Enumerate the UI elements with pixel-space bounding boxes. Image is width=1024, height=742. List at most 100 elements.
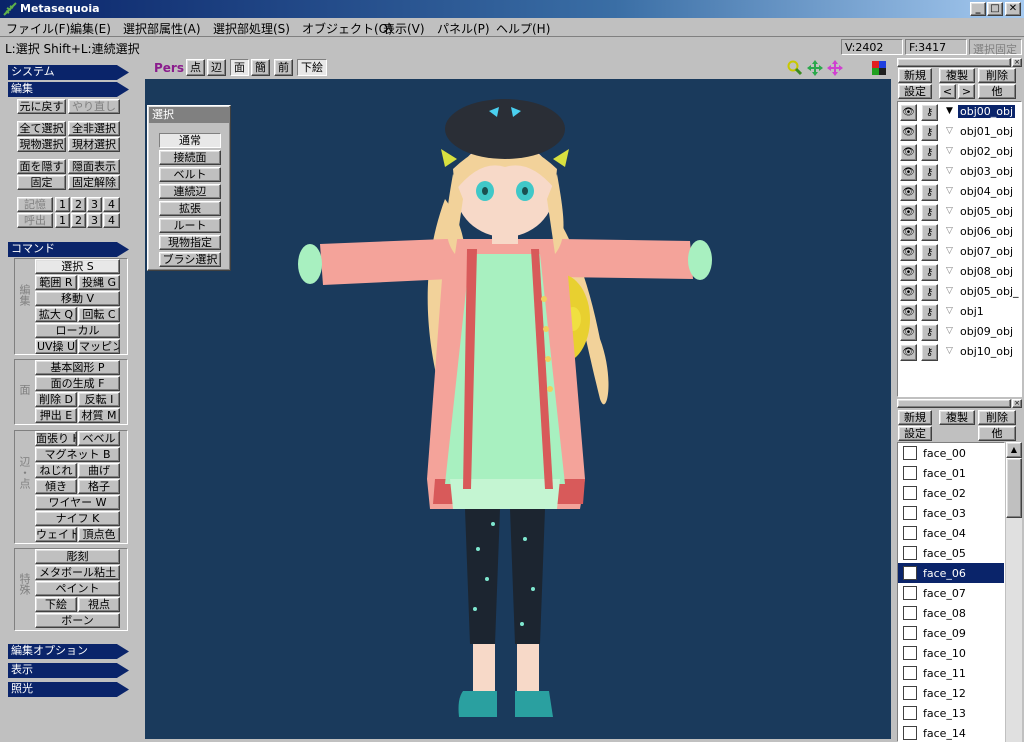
select-mode-belt[interactable]: ベルト: [159, 167, 221, 182]
eye-icon[interactable]: 👁: [900, 244, 917, 261]
weight-tool-button[interactable]: ウェイト: [35, 527, 77, 542]
material-tool-button[interactable]: 材質 M: [78, 408, 120, 423]
vertex-color-tool-button[interactable]: 頂点色: [78, 527, 120, 542]
material-delete-button[interactable]: 削除: [978, 410, 1016, 425]
material-row[interactable]: face_09: [898, 623, 1004, 643]
object-row[interactable]: 👁 ⚷ ▽ obj05_obj: [898, 202, 1023, 222]
select-current-material-button[interactable]: 現材選択: [68, 137, 120, 152]
menu-selection-attr[interactable]: 選択部属性(A): [123, 20, 201, 37]
material-new-button[interactable]: 新規: [898, 410, 932, 425]
object-row[interactable]: 👁 ⚷ ▽ obj09_obj: [898, 322, 1023, 342]
material-other-button[interactable]: 他: [978, 426, 1016, 441]
lock-icon[interactable]: ⚷: [921, 164, 938, 181]
material-swatch[interactable]: [903, 446, 917, 460]
face-gen-tool-button[interactable]: 面の生成 F: [35, 376, 120, 391]
expand-triangle-icon[interactable]: ▽: [946, 166, 953, 176]
eye-icon[interactable]: 👁: [900, 144, 917, 161]
material-swatch[interactable]: [903, 586, 917, 600]
material-row[interactable]: face_06: [898, 563, 1004, 583]
recall-button[interactable]: 呼出: [17, 213, 53, 228]
menu-help[interactable]: ヘルプ(H): [496, 20, 550, 37]
material-swatch[interactable]: [903, 626, 917, 640]
expand-triangle-icon[interactable]: ▽: [946, 266, 953, 276]
material-panel-close-icon[interactable]: ×: [1012, 399, 1022, 408]
material-swatch[interactable]: [903, 506, 917, 520]
object-row[interactable]: 👁 ⚷ ▽ obj08_obj: [898, 262, 1023, 282]
extrude-tool-button[interactable]: 押出 E: [35, 408, 77, 423]
material-row[interactable]: face_13: [898, 703, 1004, 723]
object-new-button[interactable]: 新規: [898, 68, 932, 83]
menu-panel[interactable]: パネル(P): [437, 20, 490, 37]
scale-tool-button[interactable]: 拡大 Q: [35, 307, 77, 322]
lock-icon[interactable]: ⚷: [921, 144, 938, 161]
eye-icon[interactable]: 👁: [900, 304, 917, 321]
lattice-tool-button[interactable]: 格子: [78, 479, 120, 494]
object-prev-button[interactable]: <: [939, 84, 956, 99]
front-mode-button[interactable]: 前: [274, 59, 293, 76]
object-row[interactable]: 👁 ⚷ ▽ obj03_obj: [898, 162, 1023, 182]
underlay-toggle[interactable]: 下絵: [297, 59, 327, 76]
expand-triangle-icon[interactable]: ▽: [946, 306, 953, 316]
material-row[interactable]: face_03: [898, 503, 1004, 523]
select-mode-current-object[interactable]: 現物指定: [159, 235, 221, 250]
vertex-mode-button[interactable]: 点: [186, 59, 205, 76]
undo-button[interactable]: 元に戻す: [17, 99, 66, 114]
eye-icon[interactable]: 👁: [900, 104, 917, 121]
paint-tool-button[interactable]: ペイント: [35, 581, 120, 596]
range-tool-button[interactable]: 範囲 R: [35, 275, 77, 290]
object-row[interactable]: 👁 ⚷ ▽ obj1: [898, 302, 1023, 322]
expand-triangle-icon[interactable]: ▽: [946, 126, 953, 136]
expand-triangle-icon[interactable]: ▽: [946, 286, 953, 296]
delete-tool-button[interactable]: 削除 D: [35, 392, 77, 407]
material-copy-button[interactable]: 複製: [939, 410, 975, 425]
eye-icon[interactable]: 👁: [900, 324, 917, 341]
expand-triangle-icon[interactable]: ▽: [946, 226, 953, 236]
3d-viewport[interactable]: Pers 点 辺 面 簡 前 下絵: [145, 57, 891, 739]
expand-triangle-icon[interactable]: ▽: [946, 346, 953, 356]
flip-tool-button[interactable]: 反転 I: [78, 392, 120, 407]
select-mode-normal[interactable]: 通常: [159, 133, 221, 148]
lock-icon[interactable]: ⚷: [921, 324, 938, 341]
object-panel-titlebar[interactable]: [897, 58, 1011, 67]
material-row[interactable]: face_11: [898, 663, 1004, 683]
wire-tool-button[interactable]: ワイヤー W: [35, 495, 120, 510]
select-mode-brush[interactable]: ブラシ選択: [159, 252, 221, 267]
material-row[interactable]: face_05: [898, 543, 1004, 563]
lock-icon[interactable]: ⚷: [921, 244, 938, 261]
edge-mode-button[interactable]: 辺: [207, 59, 226, 76]
menu-file[interactable]: ファイル(F): [6, 20, 70, 37]
selection-lock-button[interactable]: 選択固定: [969, 39, 1022, 56]
recall-slot-1[interactable]: 1: [55, 213, 70, 228]
material-swatch[interactable]: [903, 606, 917, 620]
redo-button[interactable]: やり直し: [68, 99, 120, 114]
object-other-button[interactable]: 他: [978, 84, 1016, 99]
select-all-button[interactable]: 全て選択: [17, 121, 66, 136]
lock-icon[interactable]: ⚷: [921, 344, 938, 361]
menu-view[interactable]: 表示(V): [383, 20, 425, 37]
viewpoint-tool-button[interactable]: 視点: [78, 597, 120, 612]
lock-icon[interactable]: ⚷: [921, 124, 938, 141]
material-row[interactable]: face_14: [898, 723, 1004, 741]
material-swatch[interactable]: [903, 646, 917, 660]
memory-slot-1[interactable]: 1: [55, 197, 70, 212]
object-row[interactable]: 👁 ⚷ ▽ obj07_obj: [898, 242, 1023, 262]
minimize-button[interactable]: _: [970, 2, 986, 16]
commands-section[interactable]: コマンド: [8, 242, 129, 257]
system-section[interactable]: システム: [8, 65, 129, 80]
object-row[interactable]: 👁 ⚷ ▽ obj01_obj: [898, 122, 1023, 142]
menu-object[interactable]: オブジェクト(O): [302, 20, 393, 37]
zoom-icon[interactable]: [787, 60, 803, 76]
eye-icon[interactable]: 👁: [900, 284, 917, 301]
object-row[interactable]: 👁 ⚷ ▽ obj10_obj: [898, 342, 1023, 362]
object-row[interactable]: 👁 ⚷ ▽ obj05_obj_: [898, 282, 1023, 302]
rotate-view-icon[interactable]: [827, 60, 843, 76]
object-next-button[interactable]: >: [958, 84, 975, 99]
local-tool-button[interactable]: ローカル: [35, 323, 120, 338]
select-mode-edge-loop[interactable]: 連続辺: [159, 184, 221, 199]
material-swatch[interactable]: [903, 686, 917, 700]
material-panel-titlebar[interactable]: [897, 399, 1011, 408]
expand-triangle-icon[interactable]: ▽: [946, 146, 953, 156]
eye-icon[interactable]: 👁: [900, 164, 917, 181]
underlay-tool-button[interactable]: 下絵: [35, 597, 77, 612]
material-row[interactable]: face_04: [898, 523, 1004, 543]
